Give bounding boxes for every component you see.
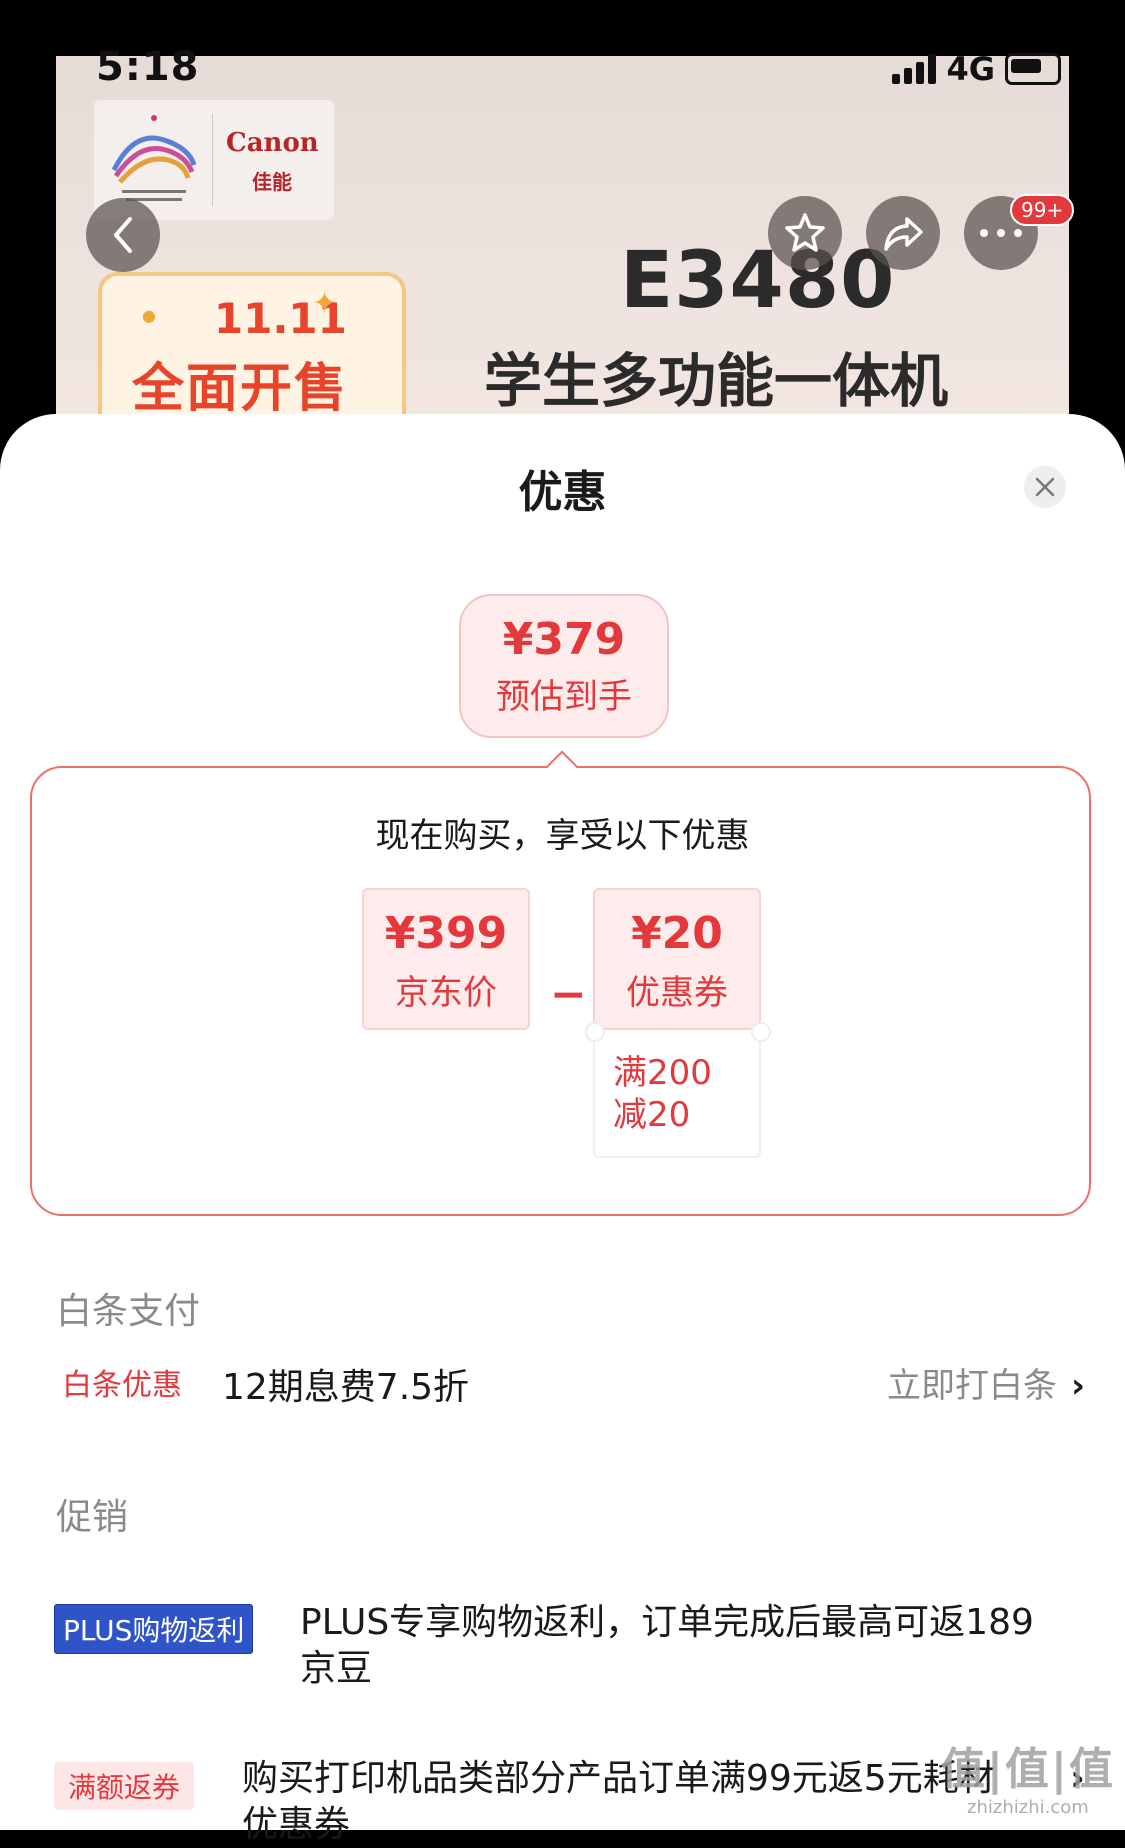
signal-icon (892, 54, 937, 84)
jd-price-box: ¥399 京东价 (362, 888, 530, 1030)
watermark-logo: 值|值|值 (940, 1744, 1115, 1795)
promo-header: 现在购买，享受以下优惠 (375, 816, 750, 856)
sale-badge: 11.11 全面开售 ✦ ● (98, 272, 406, 436)
watermark-url: zhizhizhi.com (967, 1797, 1089, 1818)
more-icon (980, 229, 1022, 237)
back-button[interactable] (86, 198, 160, 272)
battery-icon (1005, 53, 1061, 85)
status-time: 5:18 (96, 44, 200, 90)
sale-badge-main: 全面开售 (132, 359, 349, 419)
sparkle-icon: ✦ (312, 286, 338, 321)
coupon-box: ¥20 优惠券 (593, 888, 761, 1030)
baitiao-tag: 白条优惠 (62, 1368, 182, 1403)
estimated-price: ¥379 (502, 614, 626, 665)
baitiao-link[interactable]: 立即打白条 › (887, 1358, 1085, 1407)
share-button[interactable] (866, 196, 940, 270)
product-model: E3480 (620, 236, 896, 326)
share-icon (884, 217, 923, 251)
promotions-section-title: 促销 (56, 1497, 129, 1538)
promotion-item-text[interactable]: 购买打印机品类部分产品订单满99元返5元耗材优惠券 (242, 1756, 1022, 1848)
rebate-coupon-tag: 满额返券 (54, 1762, 195, 1810)
status-indicators: 4G (892, 50, 1061, 88)
sparkle-icon: ● (142, 306, 156, 325)
jd-price-label: 京东价 (395, 973, 497, 1013)
site-watermark: 值|值|值 zhizhizhi.com (941, 1733, 1115, 1818)
favorite-button[interactable] (768, 196, 842, 270)
coupon-hole-left (585, 1022, 605, 1042)
sheet-title: 优惠 (518, 467, 607, 518)
brand-divider (212, 114, 213, 206)
star-icon (785, 213, 825, 252)
network-type: 4G (946, 50, 995, 88)
coupon-condition-line2: 减20 (613, 1095, 691, 1135)
plus-rebate-tag: PLUS购物返利 (54, 1604, 254, 1654)
coupon-hole-right (751, 1022, 771, 1042)
coupon-label: 优惠券 (626, 973, 728, 1013)
chevron-left-icon (114, 217, 132, 253)
minus-sign: − (550, 969, 587, 1020)
baitiao-link-label: 立即打白条 (886, 1366, 1057, 1406)
baitiao-section-title: 白条支付 (56, 1291, 201, 1332)
canon-cn-logo: 佳能 (252, 170, 292, 194)
coupon-condition: 满200 减20 (593, 1032, 761, 1158)
canon-logo: Canon (226, 128, 319, 158)
close-icon (1035, 477, 1055, 497)
estimated-price-label: 预估到手 (496, 677, 632, 717)
estimated-price-card: ¥379 预估到手 (459, 594, 669, 738)
product-subtitle: 学生多功能一体机 (484, 347, 949, 415)
coupon-condition-line1: 满200 (613, 1053, 712, 1093)
jd-price: ¥399 (384, 908, 508, 959)
promotion-item-text[interactable]: PLUS专享购物返利，订单完成后最高可返189京豆 (300, 1600, 1040, 1692)
coupon-value: ¥20 (631, 908, 723, 959)
discount-sheet: 优惠 ¥379 预估到手 现在购买，享受以下优惠 ¥399 京东价 − ¥20 … (0, 414, 1125, 1845)
message-count-badge: 99+ (1010, 194, 1075, 226)
close-button[interactable] (1024, 466, 1066, 508)
chevron-right-icon: › (1070, 1366, 1085, 1406)
baitiao-description: 12期息费7.5折 (222, 1367, 470, 1408)
asian-games-logo (111, 115, 197, 201)
